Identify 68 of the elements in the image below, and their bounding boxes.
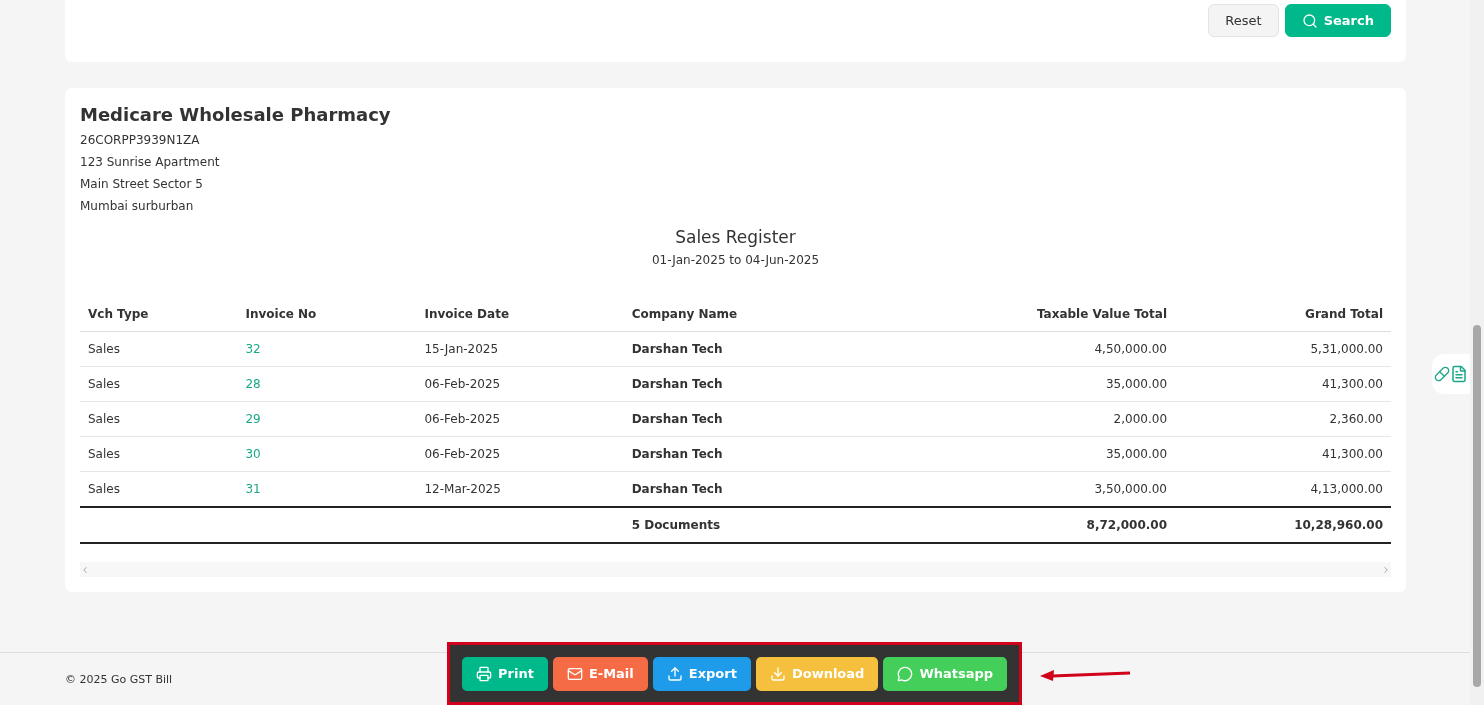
table-cell: 41,300.00 <box>1175 436 1391 472</box>
table-cell: Darshan Tech <box>623 366 875 402</box>
email-button[interactable]: E-Mail <box>552 656 648 691</box>
print-button[interactable]: Print <box>462 656 548 691</box>
pill-icon <box>1434 366 1450 382</box>
report-title: Sales Register <box>675 227 796 247</box>
report-period: 01-Jan-2025 to 04-Jun-2025 <box>651 253 820 267</box>
side-tool-button[interactable] <box>1432 354 1470 394</box>
download-icon <box>769 665 786 682</box>
table-cell: 15-Jan-2025 <box>416 331 624 367</box>
table-cell: Sales <box>80 471 238 507</box>
invoice-link[interactable]: 29 <box>237 401 417 437</box>
copyright-text: © 2025 Go GST Bill <box>65 672 173 686</box>
scrollbar-thumb[interactable] <box>1473 325 1481 687</box>
search-button[interactable]: Search <box>1284 4 1391 37</box>
scroll-left-icon[interactable] <box>80 564 90 575</box>
table-cell: Darshan Tech <box>623 401 875 437</box>
company-name: Medicare Wholesale Pharmacy <box>80 104 392 125</box>
table-cell: Sales <box>80 436 238 472</box>
horizontal-scrollbar[interactable] <box>80 562 1391 577</box>
table-cell: 06-Feb-2025 <box>416 366 624 402</box>
printer-icon <box>476 665 492 682</box>
export-button[interactable]: Export <box>652 656 751 691</box>
company-detail: Mumbai surburban <box>80 199 194 213</box>
company-detail: 26CORPP3939N1ZA <box>80 133 200 147</box>
table-cell: Darshan Tech <box>623 331 875 367</box>
table-cell: Sales <box>80 366 238 402</box>
table-cell: 41,300.00 <box>1175 366 1391 402</box>
table-cell: Darshan Tech <box>623 471 875 507</box>
table-cell: Darshan Tech <box>623 436 875 472</box>
table-cell: 06-Feb-2025 <box>416 401 624 437</box>
table-cell: 06-Feb-2025 <box>416 436 624 472</box>
column-header: Grand Total <box>1175 297 1391 332</box>
search-icon <box>1301 12 1318 29</box>
table-cell: 12-Mar-2025 <box>416 471 624 507</box>
document-icon <box>1450 365 1468 383</box>
vertical-scrollbar[interactable] <box>1470 0 1484 705</box>
invoice-link[interactable]: 28 <box>237 366 417 402</box>
company-detail: Main Street Sector 5 <box>80 177 203 191</box>
table-cell: Sales <box>80 401 238 437</box>
chat-bubble-icon <box>897 665 914 682</box>
mail-icon <box>566 665 583 682</box>
invoice-link[interactable]: 32 <box>237 331 417 367</box>
table-cell: 3,50,000.00 <box>874 471 1175 507</box>
column-header: Invoice Date <box>416 297 624 332</box>
table-cell: 5,31,000.00 <box>1175 331 1391 367</box>
total-cell: 10,28,960.00 <box>1175 507 1391 543</box>
table-cell: 2,000.00 <box>874 401 1175 437</box>
column-header: Company Name <box>623 297 875 332</box>
total-cell: 5 Documents <box>623 507 875 543</box>
invoice-link[interactable]: 31 <box>237 471 417 507</box>
column-header: Invoice No <box>237 297 417 332</box>
download-button[interactable]: Download <box>755 656 879 691</box>
column-header: Vch Type <box>80 297 238 332</box>
table-cell: Sales <box>80 331 238 367</box>
table-cell: 4,13,000.00 <box>1175 471 1391 507</box>
upload-icon <box>666 665 683 682</box>
whatsapp-button[interactable]: Whatsapp <box>883 656 1008 691</box>
table-cell: 35,000.00 <box>874 366 1175 402</box>
table-cell: 4,50,000.00 <box>874 331 1175 367</box>
table-cell: 2,360.00 <box>1175 401 1391 437</box>
column-header: Taxable Value Total <box>874 297 1175 332</box>
total-cell: 8,72,000.00 <box>874 507 1175 543</box>
table-cell: 35,000.00 <box>874 436 1175 472</box>
company-detail: 123 Sunrise Apartment <box>80 155 220 169</box>
reset-button[interactable]: Reset <box>1208 4 1279 37</box>
scroll-right-icon[interactable] <box>1381 564 1391 575</box>
invoice-link[interactable]: 30 <box>237 436 417 472</box>
